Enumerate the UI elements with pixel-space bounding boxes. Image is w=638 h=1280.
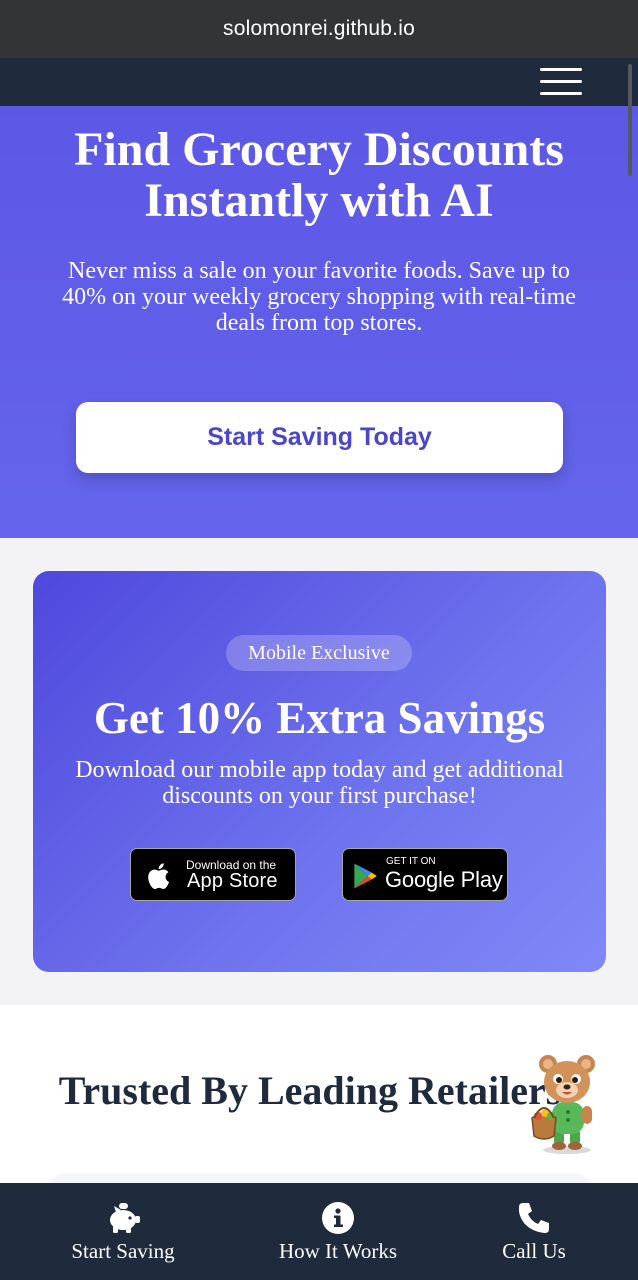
- bear-mascot-icon[interactable]: [526, 1050, 608, 1154]
- info-icon: [322, 1202, 354, 1234]
- nav-start-saving-label: Start Saving: [71, 1239, 175, 1263]
- nav-call-us[interactable]: Call Us: [494, 1183, 574, 1280]
- app-store-button[interactable]: Download on the App Store: [130, 848, 296, 901]
- google-play-icon: [354, 863, 377, 889]
- apple-icon: [148, 863, 170, 889]
- bottom-navigation: Start Saving How It Works Call Us: [0, 1183, 638, 1280]
- browser-url: solomonrei.github.io: [223, 17, 415, 40]
- nav-start-saving[interactable]: Start Saving: [63, 1183, 183, 1280]
- nav-how-it-works[interactable]: How It Works: [273, 1183, 403, 1280]
- page-scrollbar[interactable]: [628, 64, 632, 176]
- mobile-exclusive-badge: Mobile Exclusive: [226, 635, 412, 671]
- mobile-promo-card: Mobile Exclusive Get 10% Extra Savings D…: [33, 571, 606, 972]
- start-saving-today-button[interactable]: Start Saving Today: [76, 402, 563, 473]
- hero-section: Find Grocery Discounts Instantly with AI…: [0, 106, 638, 538]
- promo-description: Download our mobile app today and get ad…: [75, 757, 564, 809]
- hero-title: Find Grocery Discounts Instantly with AI: [74, 123, 564, 227]
- google-play-small-text: GET IT ON: [386, 856, 436, 867]
- piggy-bank-icon: [110, 1203, 140, 1233]
- hero-subtitle: Never miss a sale on your favorite foods…: [62, 258, 576, 336]
- nav-call-us-label: Call Us: [502, 1239, 566, 1263]
- app-store-label: App Store: [187, 870, 278, 892]
- phone-icon: [518, 1203, 549, 1233]
- nav-how-it-works-label: How It Works: [278, 1239, 398, 1263]
- hamburger-menu-icon[interactable]: [540, 68, 582, 96]
- browser-address-bar[interactable]: solomonrei.github.io: [0, 0, 638, 58]
- google-play-button[interactable]: GET IT ON Google Play: [342, 848, 508, 901]
- google-play-label: Google Play: [385, 867, 503, 892]
- promo-title: Get 10% Extra Savings: [93, 693, 546, 743]
